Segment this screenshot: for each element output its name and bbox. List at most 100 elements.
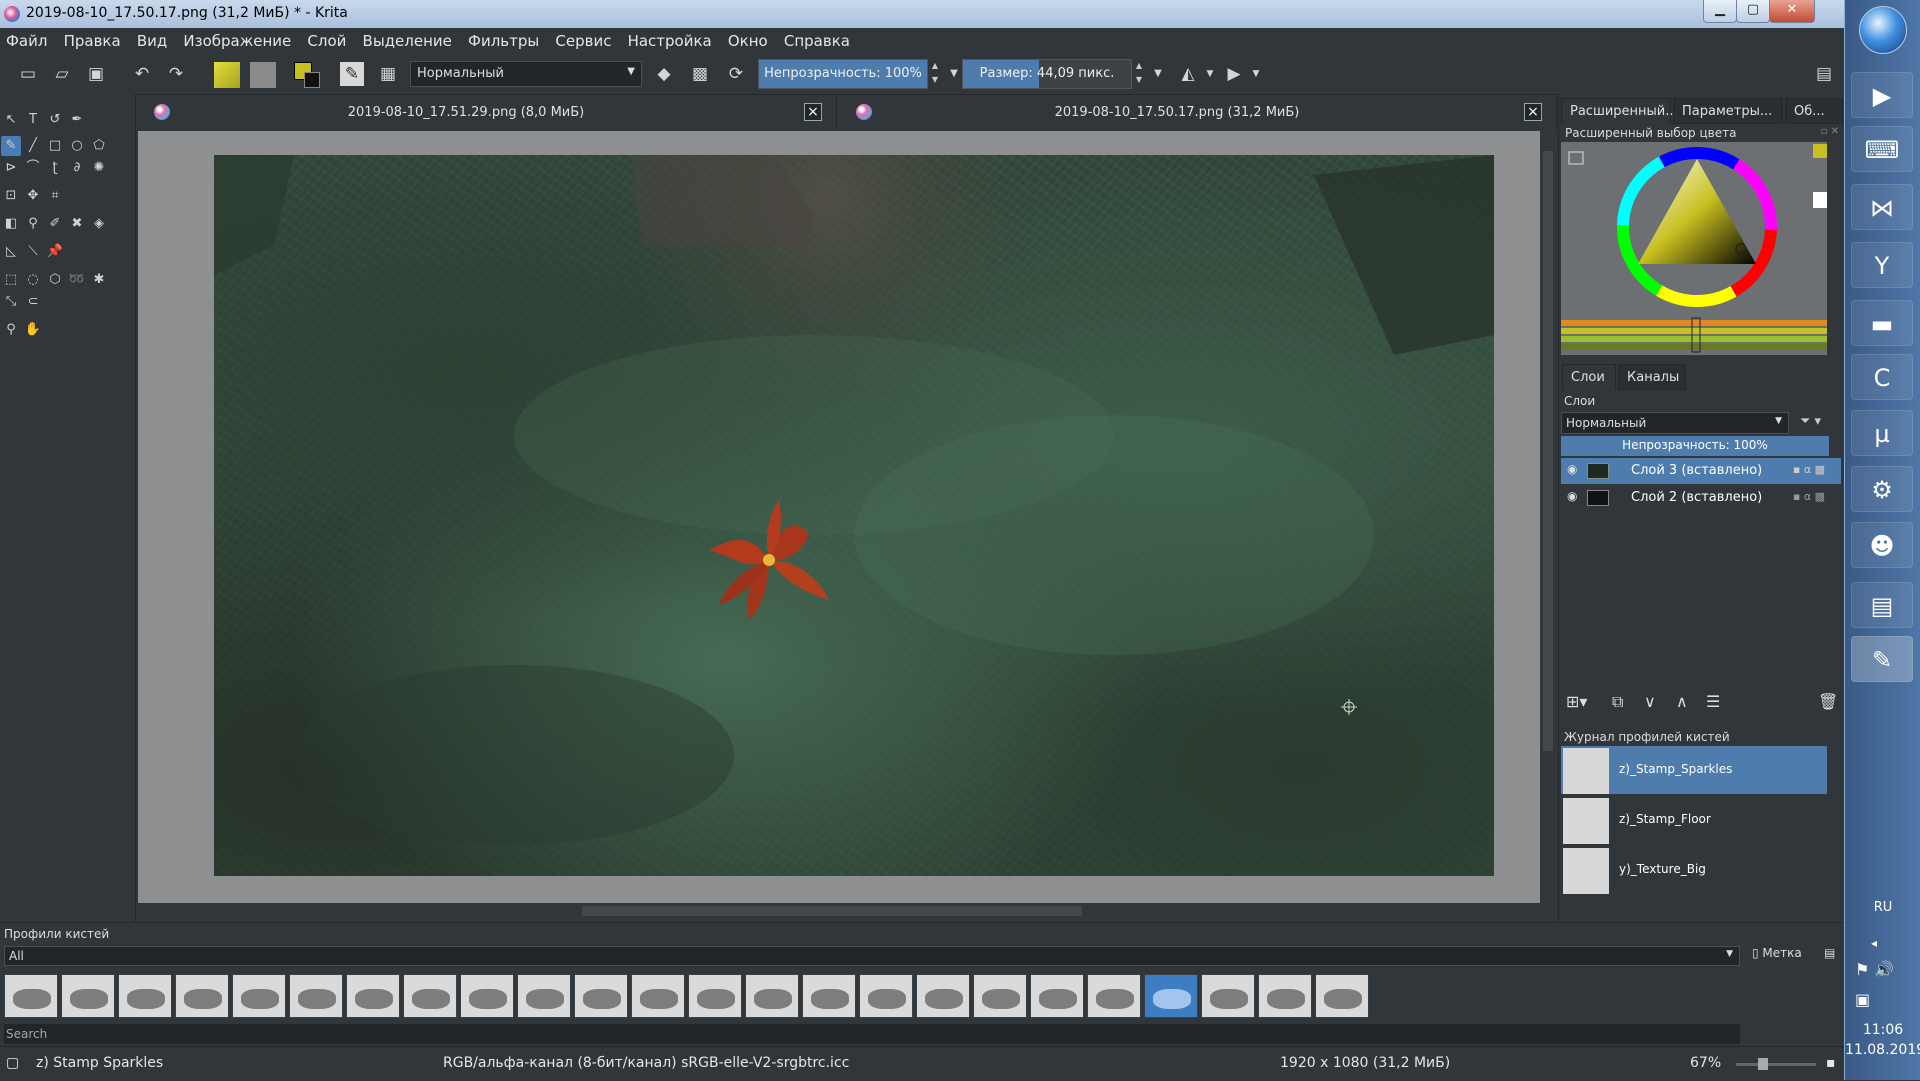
- brush-search-input[interactable]: Search: [4, 1024, 1740, 1044]
- menu-layer[interactable]: Слой: [301, 28, 352, 50]
- move-layer-down-icon[interactable]: ∨: [1644, 692, 1656, 711]
- document-tab-1[interactable]: 2019-08-10_17.51.29.png (8,0 МиБ) ×: [136, 96, 837, 130]
- brush-preset-thumbnail[interactable]: [1144, 974, 1198, 1018]
- document-viewer-icon[interactable]: ▤: [1851, 582, 1913, 628]
- brush-preset-thumbnail[interactable]: [631, 974, 685, 1018]
- eraser-mode-icon[interactable]: ◆: [652, 62, 676, 86]
- brush-preset-thumbnail[interactable]: [460, 974, 514, 1018]
- select-shapes-tool-icon[interactable]: ↖: [1, 110, 21, 130]
- color-selector[interactable]: [1561, 142, 1827, 355]
- text-tool-icon[interactable]: T: [23, 110, 43, 130]
- polygon-select-tool-icon[interactable]: ⬡: [45, 270, 65, 290]
- color-picker-tool-icon[interactable]: ⚲: [23, 214, 43, 234]
- canvas-image[interactable]: [214, 155, 1494, 876]
- crop-tool-icon[interactable]: ⌗: [45, 186, 65, 206]
- reload-preset-icon[interactable]: ⟳: [724, 62, 748, 86]
- resize-grip-icon[interactable]: ▪: [1826, 1055, 1836, 1071]
- dynamic-brush-tool-icon[interactable]: ∂: [67, 158, 87, 178]
- menu-help[interactable]: Справка: [778, 28, 856, 50]
- tray-flag-volume-icon[interactable]: ⚑ 🔊: [1855, 960, 1894, 979]
- gradient-swatch[interactable]: [214, 62, 240, 88]
- calligraphy-tool-icon[interactable]: ✒: [67, 110, 87, 130]
- brush-preset-thumbnail[interactable]: [175, 974, 229, 1018]
- tab-channels[interactable]: Каналы: [1618, 364, 1686, 390]
- opacity-spinner[interactable]: ▲ ▼: [928, 59, 942, 89]
- colorize-mask-tool-icon[interactable]: ✐: [45, 214, 65, 234]
- close-button[interactable]: ✕: [1769, 0, 1815, 23]
- duplicate-layer-icon[interactable]: ⧉: [1612, 692, 1623, 712]
- layer-blend-mode-select[interactable]: Нормальный ▼: [1561, 412, 1789, 434]
- mirror-vertical-icon[interactable]: ▶: [1222, 62, 1246, 86]
- close-tab-icon[interactable]: ×: [804, 103, 822, 121]
- brush-preset-thumbnail[interactable]: [973, 974, 1027, 1018]
- start-button-icon[interactable]: [1859, 6, 1907, 54]
- brush-settings-icon[interactable]: ▦: [376, 62, 400, 86]
- zoom-tool-icon[interactable]: ⚲: [1, 320, 21, 340]
- layer-row[interactable]: ◉ Слой 3 (вставлено) ▪ α ▩: [1561, 458, 1841, 484]
- rect-select-tool-icon[interactable]: ⬚: [1, 270, 21, 290]
- brush-preset-thumbnail[interactable]: [61, 974, 115, 1018]
- brush-tag-button[interactable]: ▯ Метка: [1752, 946, 1802, 960]
- preset-view-mode-icon[interactable]: ▤: [1824, 946, 1835, 960]
- redo-icon[interactable]: ↷: [164, 62, 188, 86]
- assistant-tool-icon[interactable]: ◺: [1, 242, 21, 262]
- polyline-tool-icon[interactable]: ⊳: [1, 158, 21, 178]
- brush-preset-thumbnail[interactable]: [4, 974, 58, 1018]
- system-clock[interactable]: 11:06 11.08.2019: [1845, 1020, 1920, 1060]
- fill-tool-icon[interactable]: ◈: [89, 214, 109, 234]
- smart-patch-tool-icon[interactable]: ✖: [67, 214, 87, 234]
- brush-preset-thumbnail[interactable]: [517, 974, 571, 1018]
- move-tool-icon[interactable]: ✥: [23, 186, 43, 206]
- mirror-h-options-icon[interactable]: ▼: [1198, 62, 1222, 86]
- utorrent-icon[interactable]: µ: [1851, 410, 1913, 456]
- krita-taskbar-icon[interactable]: ✎: [1851, 636, 1913, 682]
- mirror-horizontal-icon[interactable]: ◭: [1176, 62, 1200, 86]
- tab-overview[interactable]: Об...: [1785, 98, 1843, 124]
- canvas-horizontal-scrollbar[interactable]: [138, 903, 1540, 919]
- brush-tag-filter-select[interactable]: All ▼: [4, 946, 1740, 966]
- add-layer-icon[interactable]: ⊞▾: [1566, 692, 1587, 711]
- brush-preset-thumbnail[interactable]: [118, 974, 172, 1018]
- size-spinner[interactable]: ▲ ▼: [1132, 59, 1146, 89]
- network-icon[interactable]: ▣: [1855, 990, 1870, 1009]
- menu-view[interactable]: Вид: [131, 28, 173, 50]
- visibility-eye-icon[interactable]: ◉: [1567, 462, 1577, 476]
- brush-preset-thumbnail[interactable]: [1315, 974, 1369, 1018]
- measure-tool-icon[interactable]: ⟍: [23, 242, 43, 262]
- input-language[interactable]: RU: [1845, 900, 1920, 915]
- brush-preset-thumbnail[interactable]: [232, 974, 286, 1018]
- workspace-icon[interactable]: ▤: [1812, 62, 1836, 86]
- tab-layers[interactable]: Слои: [1562, 364, 1616, 390]
- menu-tools[interactable]: Сервис: [549, 28, 617, 50]
- size-slider[interactable]: Размер: 44,09 пикс.: [962, 59, 1132, 89]
- line-tool-icon[interactable]: ╱: [23, 136, 43, 156]
- polygon-tool-icon[interactable]: ⬠: [89, 136, 109, 156]
- layer-row[interactable]: ◉ Слой 2 (вставлено) ▪ α ▩: [1561, 485, 1841, 511]
- brush-preset-thumbnail[interactable]: [745, 974, 799, 1018]
- open-document-icon[interactable]: ▱: [50, 62, 74, 86]
- maximize-button[interactable]: ▢: [1736, 0, 1770, 23]
- brush-preset-thumbnail[interactable]: [859, 974, 913, 1018]
- layer-lock-alpha-icon[interactable]: ▪ α ▩: [1793, 463, 1825, 476]
- brush-preset-thumbnail[interactable]: [1030, 974, 1084, 1018]
- magnetic-select-tool-icon[interactable]: ⊂: [23, 292, 43, 312]
- canvas-vertical-scrollbar[interactable]: [1540, 131, 1556, 903]
- bezier-select-tool-icon[interactable]: ⤡: [1, 292, 21, 312]
- brush-history-item[interactable]: z)_Stamp_Sparkles: [1561, 746, 1827, 794]
- reference-image-tool-icon[interactable]: 📌: [45, 242, 65, 262]
- menu-edit[interactable]: Правка: [58, 28, 127, 50]
- media-player-icon[interactable]: ▶: [1851, 72, 1913, 118]
- menu-file[interactable]: Файл: [0, 28, 53, 50]
- file-explorer-icon[interactable]: ▬: [1851, 300, 1913, 346]
- brush-preset-thumbnail[interactable]: [346, 974, 400, 1018]
- brush-preset-thumbnail[interactable]: [1087, 974, 1141, 1018]
- document-tab-2[interactable]: 2019-08-10_17.50.17.png (31,2 МиБ) ×: [838, 96, 1557, 130]
- brush-preset-thumbnail[interactable]: [403, 974, 457, 1018]
- dock-float-close-icon[interactable]: ▫ ✕: [1821, 126, 1839, 137]
- vertical-scroll-thumb[interactable]: [1543, 151, 1553, 751]
- freehand-brush-tool-icon[interactable]: ✎: [1, 136, 21, 156]
- minimize-button[interactable]: ▁: [1703, 0, 1737, 23]
- multibrush-tool-icon[interactable]: ✺: [89, 158, 109, 178]
- brush-history-item[interactable]: y)_Texture_Big: [1561, 846, 1827, 894]
- ellipse-tool-icon[interactable]: ○: [67, 136, 87, 156]
